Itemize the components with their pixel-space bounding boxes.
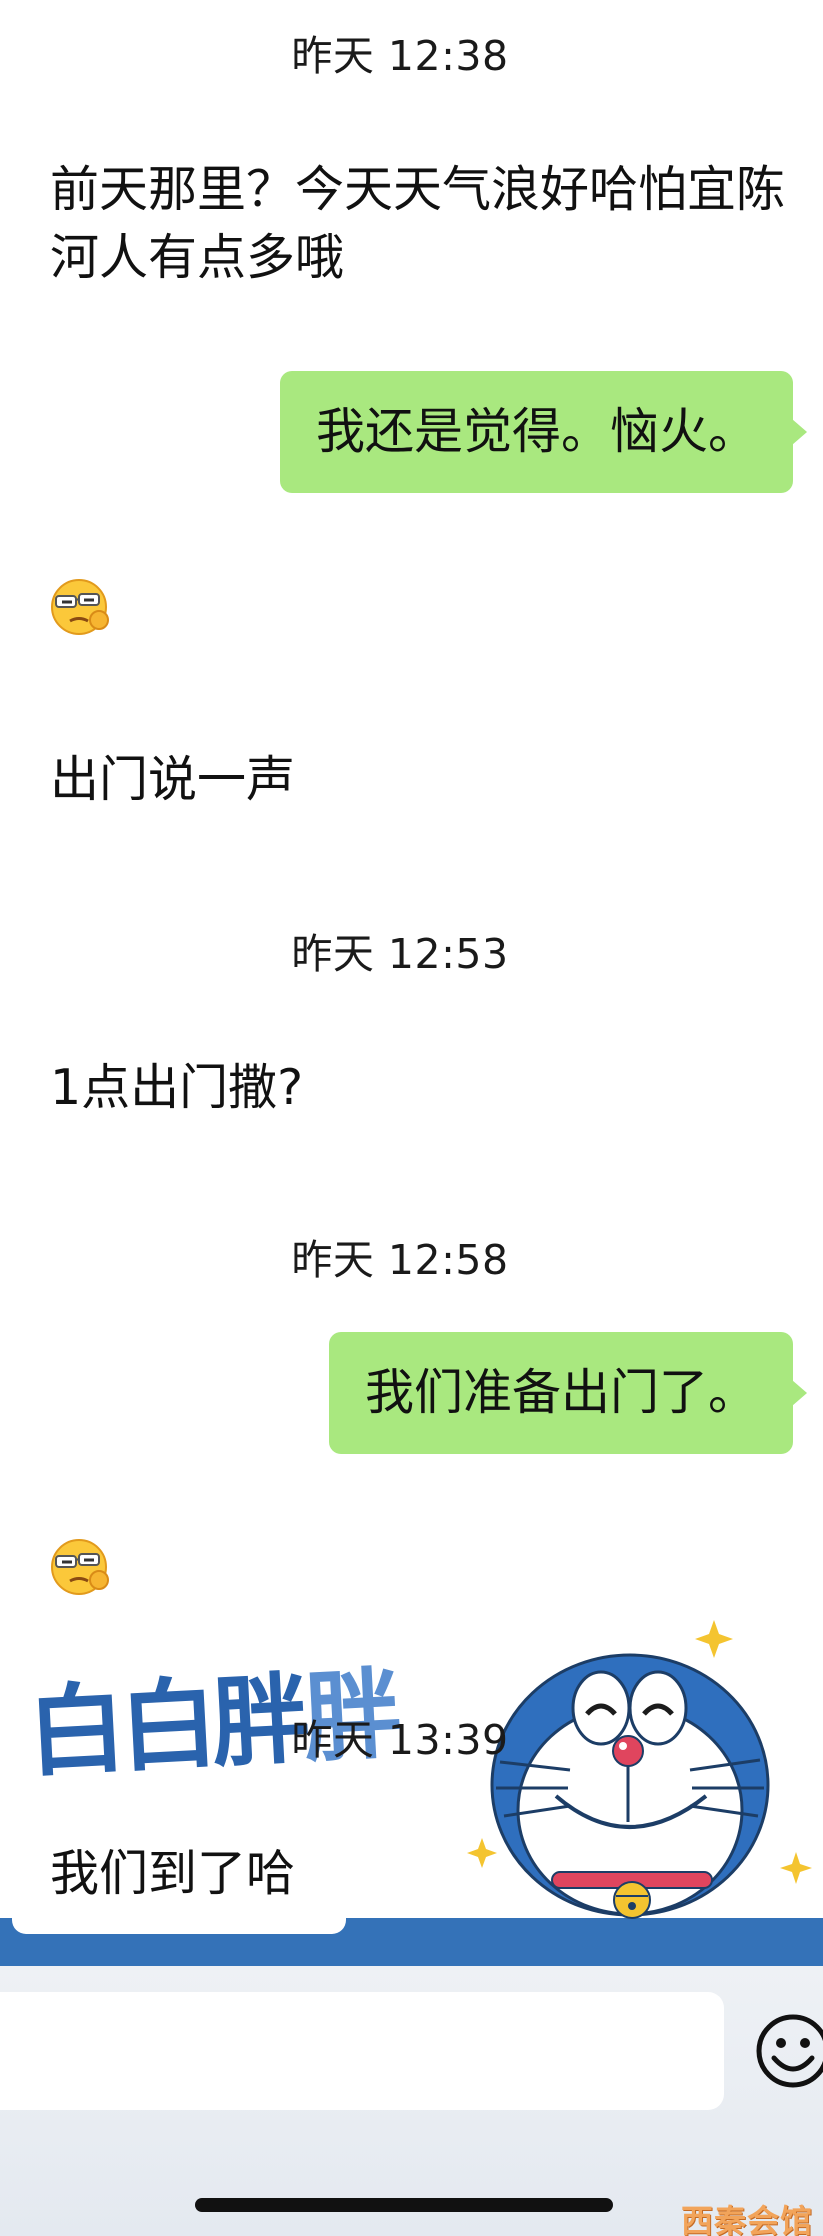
received-message[interactable]: 前天那里？今天天气浪好哈怕宜陈河人有点多哦: [50, 156, 790, 292]
timestamp: 昨天 12:53: [291, 930, 509, 978]
home-indicator[interactable]: [195, 2198, 613, 2212]
smirk-emoji-icon[interactable]: [50, 576, 112, 638]
smirk-emoji-icon[interactable]: [50, 1536, 112, 1598]
timestamp: 昨天 13:39: [291, 1716, 509, 1764]
received-message[interactable]: 出门说一声: [50, 746, 790, 814]
sent-message[interactable]: 我还是觉得。恼火。: [279, 371, 808, 493]
timestamp: 昨天 12:38: [291, 32, 509, 80]
sent-message[interactable]: 我们准备出门了。: [328, 1332, 808, 1454]
message-input[interactable]: [0, 1992, 724, 2110]
received-message[interactable]: 我们到了哈: [12, 1818, 346, 1934]
timestamp: 昨天 12:58: [291, 1236, 509, 1284]
smiley-icon[interactable]: [754, 2012, 823, 2090]
watermark: 西秦会馆: [680, 2202, 813, 2236]
cat-robot-mascot-icon: [467, 1620, 812, 1919]
received-message[interactable]: 1点出门撒?: [50, 1054, 790, 1122]
chat-screen: 昨天 12:38 前天那里？今天天气浪好哈怕宜陈河人有点多哦 我还是觉得。恼火。…: [0, 0, 823, 2236]
